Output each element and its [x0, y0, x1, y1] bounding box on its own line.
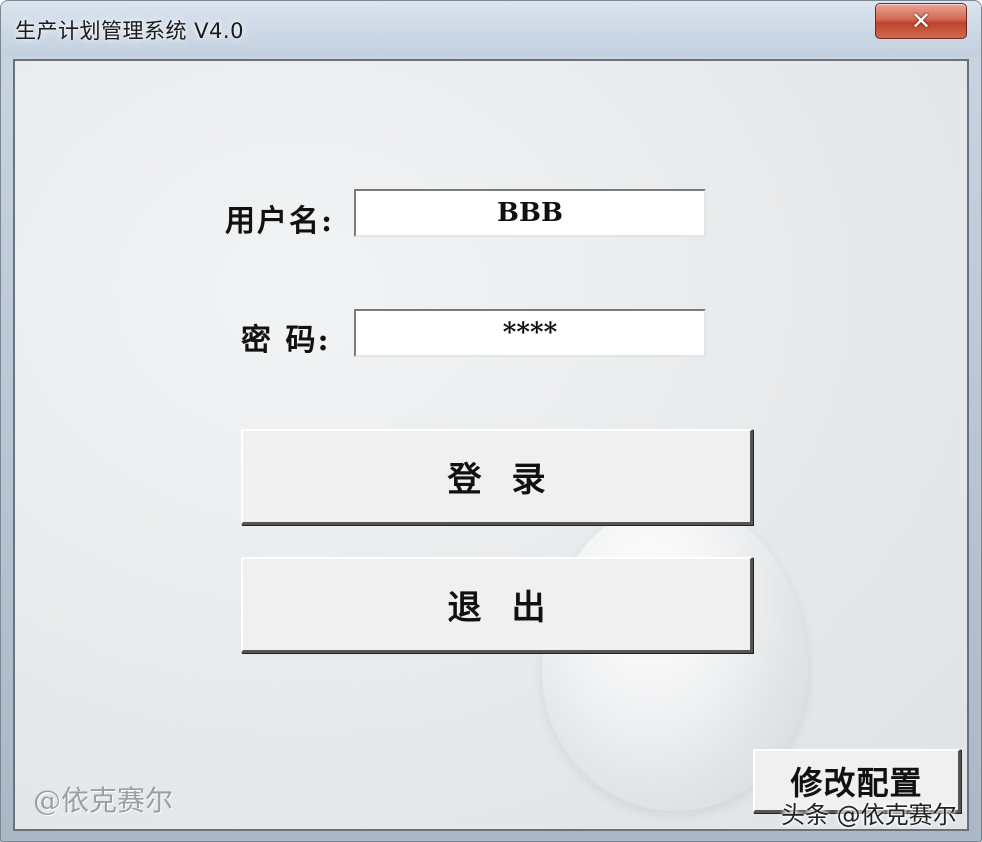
login-panel: 用户名: BBB 密 码: **** 登录 退出 修改配置 @依克赛尔 头条 @… [13, 59, 969, 831]
title-bar[interactable]: 生产计划管理系统 V4.0 ✕ [1, 1, 981, 57]
login-window: 生产计划管理系统 V4.0 ✕ 用户名: BBB 密 码: **** 登录 退出… [0, 0, 982, 842]
watermark-left: @依克赛尔 [33, 784, 174, 817]
close-button[interactable]: ✕ [875, 3, 967, 39]
username-label: 用户名: [225, 204, 335, 239]
username-input[interactable]: BBB [354, 189, 706, 237]
password-input[interactable]: **** [354, 309, 706, 357]
close-icon: ✕ [910, 7, 932, 35]
exit-button-label: 退出 [447, 588, 576, 628]
login-button[interactable]: 登录 [241, 429, 753, 525]
watermark-right: 头条 @依克赛尔 [781, 801, 957, 829]
window-title: 生产计划管理系统 V4.0 [15, 19, 244, 43]
password-label: 密 码: [241, 323, 331, 358]
login-button-label: 登录 [447, 460, 576, 500]
exit-button[interactable]: 退出 [241, 557, 753, 653]
